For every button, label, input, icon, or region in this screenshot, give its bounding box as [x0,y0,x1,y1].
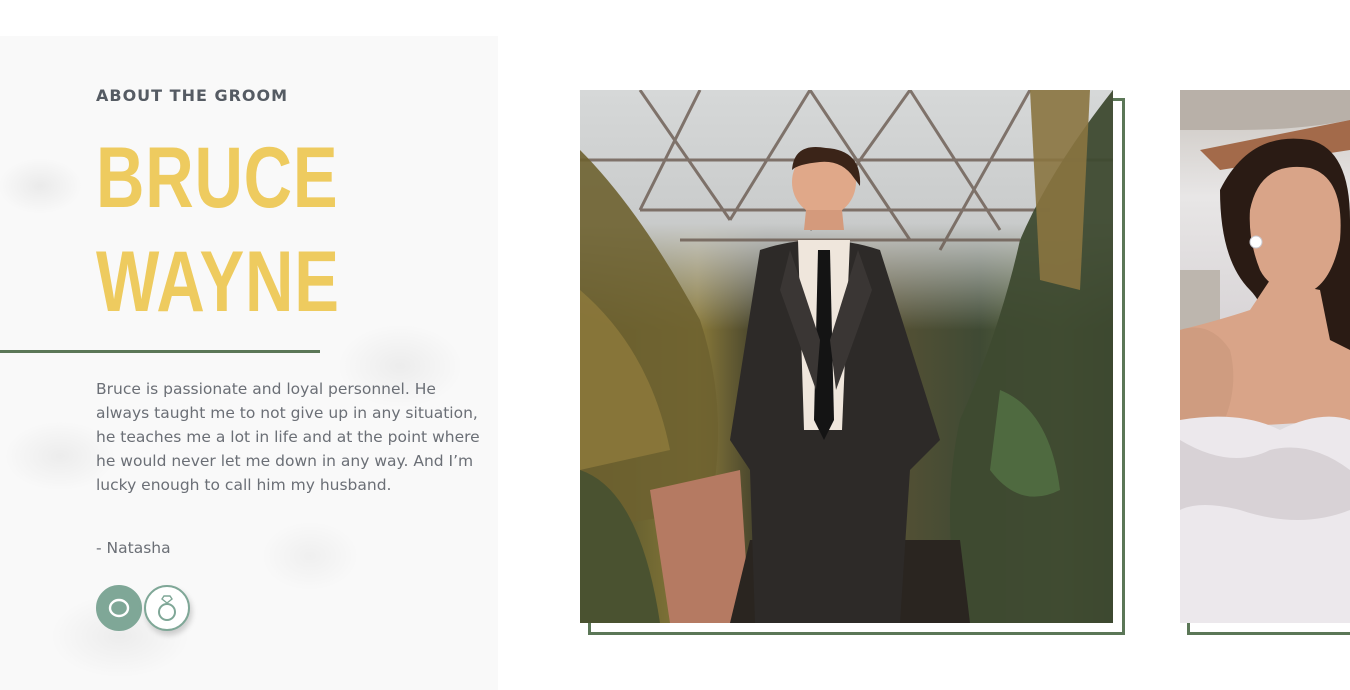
diamond-ring-icon [158,595,176,621]
groom-last-name: WAYNE [96,234,340,330]
ring-outline-icon [108,598,130,618]
bride-photo-illustration [1180,90,1350,623]
slider-nav-button-2[interactable] [144,585,190,631]
groom-bio: Bruce is passionate and loyal personnel.… [96,380,480,494]
groom-name: BRUCE WAYNE [96,126,340,334]
section-divider [0,350,320,353]
bride-photo [1180,90,1350,623]
groom-photo [580,90,1113,623]
groom-first-name: BRUCE [96,130,339,226]
bio-signature: - Natasha [96,539,171,557]
slider-nav-button-1[interactable] [96,585,142,631]
groom-photo-illustration [580,90,1113,623]
slider-nav [96,585,190,631]
section-eyebrow: ABOUT THE GROOM [96,86,289,105]
